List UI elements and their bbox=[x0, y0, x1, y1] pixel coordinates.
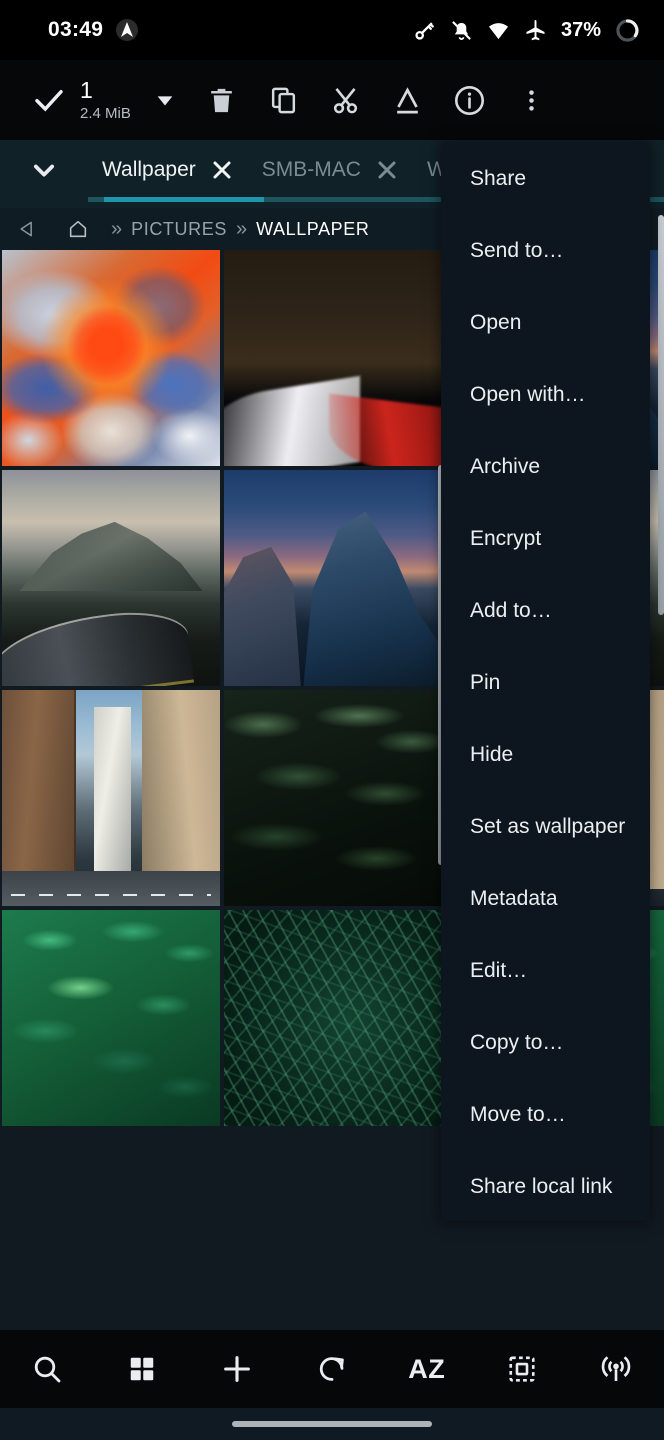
menu-item-archive[interactable]: Archive bbox=[441, 431, 650, 503]
menu-item-metadata[interactable]: Metadata bbox=[441, 863, 650, 935]
thumbnail-image bbox=[224, 690, 442, 906]
bottom-toolbar: AZ bbox=[0, 1330, 664, 1408]
mountain-road-thumbnail[interactable] bbox=[2, 470, 220, 686]
menu-item-pin[interactable]: Pin bbox=[441, 647, 650, 719]
breadcrumb-item-wallpaper[interactable]: WALLPAPER bbox=[256, 219, 369, 240]
status-bar-right: 37% bbox=[413, 18, 640, 43]
select-all-button[interactable] bbox=[485, 1330, 559, 1408]
view-mode-button[interactable] bbox=[105, 1330, 179, 1408]
menu-item-copy-to[interactable]: Copy to… bbox=[441, 1007, 650, 1079]
more-options-button[interactable] bbox=[500, 60, 562, 140]
half-dome-twilight-thumbnail[interactable] bbox=[224, 470, 442, 686]
menu-item-add-to[interactable]: Add to… bbox=[441, 575, 650, 647]
breadcrumb-separator: » bbox=[111, 217, 123, 240]
menu-item-move-to[interactable]: Move to… bbox=[441, 1079, 650, 1151]
cast-button[interactable] bbox=[579, 1330, 653, 1408]
thumbnail-detail bbox=[2, 871, 220, 906]
selection-action-bar: 1 2.4 MiB bbox=[0, 60, 664, 140]
info-button[interactable] bbox=[438, 60, 500, 140]
home-icon[interactable] bbox=[54, 218, 102, 240]
night-highway-thumbnail[interactable] bbox=[224, 250, 442, 466]
menu-item-encrypt[interactable]: Encrypt bbox=[441, 503, 650, 575]
status-bar-left: 03:49 bbox=[48, 18, 139, 42]
thumbnail-image bbox=[2, 250, 220, 466]
cut-button[interactable] bbox=[314, 60, 376, 140]
context-menu[interactable]: Share Send to… Open Open with… Archive E… bbox=[441, 143, 650, 1221]
wifi-icon bbox=[487, 19, 510, 42]
menu-item-share[interactable]: Share bbox=[441, 143, 650, 215]
tab-label: Wallpaper bbox=[102, 158, 196, 181]
tab-wallpaper[interactable]: Wallpaper bbox=[88, 140, 248, 200]
close-icon[interactable] bbox=[210, 158, 234, 182]
status-bar: 03:49 37% bbox=[0, 0, 664, 60]
rename-button[interactable] bbox=[376, 60, 438, 140]
select-confirm-button[interactable] bbox=[28, 82, 70, 118]
thumbnail-image bbox=[224, 910, 442, 1126]
paint-explosion-thumbnail[interactable] bbox=[2, 250, 220, 466]
back-triangle-icon[interactable] bbox=[0, 219, 54, 239]
dark-grass-thumbnail[interactable] bbox=[224, 910, 442, 1126]
airplane-mode-icon bbox=[524, 19, 547, 42]
sort-button[interactable]: AZ bbox=[390, 1330, 464, 1408]
menu-item-share-local-link[interactable]: Share local link bbox=[441, 1151, 650, 1221]
content-scrollbar[interactable] bbox=[658, 215, 664, 615]
menu-item-edit[interactable]: Edit… bbox=[441, 935, 650, 1007]
selection-dropdown-button[interactable] bbox=[148, 89, 182, 111]
menu-item-hide[interactable]: Hide bbox=[441, 719, 650, 791]
close-icon[interactable] bbox=[375, 158, 399, 182]
thumbnail-image bbox=[224, 470, 442, 686]
delete-button[interactable] bbox=[190, 60, 252, 140]
battery-percentage: 37% bbox=[560, 18, 601, 41]
battery-circle-icon bbox=[615, 18, 640, 43]
refresh-button[interactable] bbox=[295, 1330, 369, 1408]
gesture-nav-handle[interactable] bbox=[232, 1421, 432, 1427]
menu-item-send-to[interactable]: Send to… bbox=[441, 215, 650, 287]
status-clock: 03:49 bbox=[48, 18, 104, 41]
breadcrumb-item-pictures[interactable]: PICTURES bbox=[131, 219, 227, 240]
tab-smb-mac[interactable]: SMB-MAC bbox=[248, 140, 413, 200]
dark-palm-leaves-thumbnail[interactable] bbox=[224, 690, 442, 906]
breadcrumb-separator: » bbox=[235, 217, 248, 240]
menu-item-set-as-wallpaper[interactable]: Set as wallpaper bbox=[441, 791, 650, 863]
menu-item-open-with[interactable]: Open with… bbox=[441, 359, 650, 431]
copy-button[interactable] bbox=[252, 60, 314, 140]
notifications-off-icon bbox=[450, 19, 473, 42]
thumbnail-image bbox=[2, 470, 220, 686]
selection-size: 2.4 MiB bbox=[80, 104, 131, 122]
thumbnail-image bbox=[2, 910, 220, 1126]
thumbnail-detail bbox=[93, 707, 131, 872]
tab-label: SMB-MAC bbox=[261, 158, 361, 181]
search-button[interactable] bbox=[10, 1330, 84, 1408]
sort-az-icon: AZ bbox=[408, 1353, 446, 1384]
menu-item-open[interactable]: Open bbox=[441, 287, 650, 359]
tab-active-indicator bbox=[104, 197, 264, 202]
action-bar-icons bbox=[190, 60, 562, 140]
vpn-key-icon bbox=[413, 19, 436, 42]
chevron-down-icon[interactable] bbox=[0, 140, 88, 200]
add-button[interactable] bbox=[200, 1330, 274, 1408]
green-fern-thumbnail[interactable] bbox=[2, 910, 220, 1126]
thumbnail-image bbox=[224, 250, 442, 466]
gesture-nav-bar bbox=[0, 1408, 664, 1440]
selection-count: 1 bbox=[80, 76, 93, 103]
city-skyscraper-thumbnail[interactable] bbox=[2, 690, 220, 906]
selection-summary: 1 2.4 MiB bbox=[80, 76, 142, 122]
app-logo-icon bbox=[115, 18, 139, 42]
